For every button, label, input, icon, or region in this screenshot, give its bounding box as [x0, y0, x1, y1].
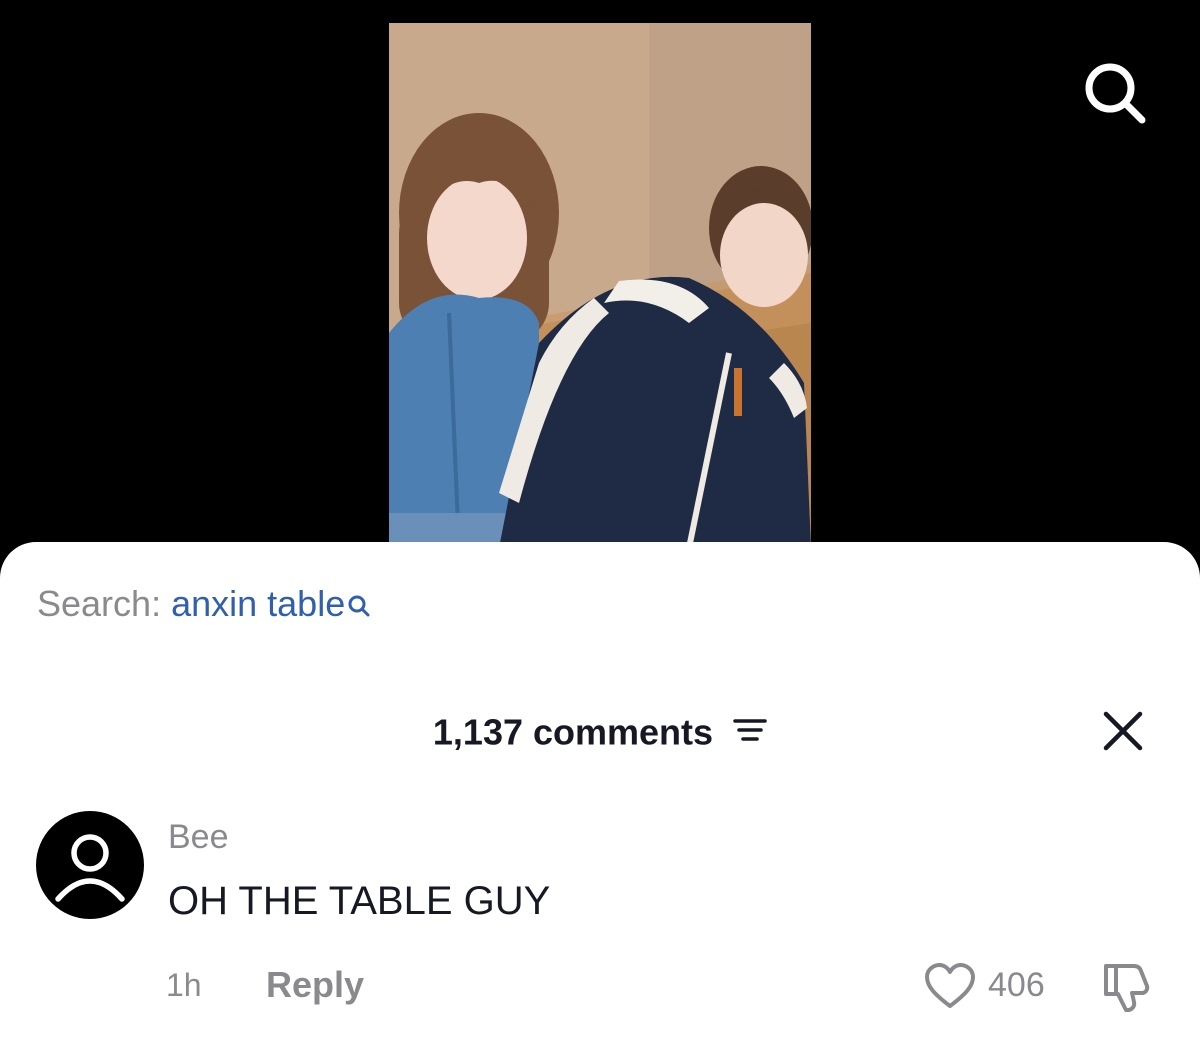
video-thumbnail-illustration	[389, 23, 811, 548]
search-suggestion[interactable]: Search: anxin table	[37, 582, 371, 628]
close-button[interactable]	[1100, 708, 1146, 754]
search-icon[interactable]	[347, 584, 371, 628]
like-button[interactable]	[924, 962, 976, 1010]
search-icon	[1085, 63, 1146, 124]
comment-username[interactable]: Bee	[168, 816, 229, 858]
heart-icon	[925, 963, 975, 1008]
search-suggestion-prefix: Search:	[37, 583, 162, 624]
comments-header: 1,137 comments	[0, 708, 1200, 754]
thumbs-down-icon	[1104, 964, 1150, 1012]
search-button[interactable]	[1082, 60, 1150, 128]
reply-button[interactable]: Reply	[266, 963, 364, 1007]
sort-icon[interactable]	[733, 710, 767, 754]
dislike-button[interactable]	[1100, 960, 1154, 1014]
video-frame[interactable]	[389, 23, 811, 548]
search-suggestion-term[interactable]: anxin table	[171, 583, 345, 624]
like-count: 406	[988, 966, 1045, 1004]
comments-sheet: Search: anxin table 1,137 comments Bee O…	[0, 542, 1200, 1043]
default-avatar-icon	[55, 834, 125, 902]
close-icon	[1103, 711, 1143, 751]
comment-text: OH THE TABLE GUY	[168, 879, 551, 923]
avatar[interactable]	[36, 811, 144, 919]
video-player[interactable]	[0, 0, 1200, 560]
comment-time: 1h	[166, 967, 202, 1003]
comments-count: 1,137 comments	[432, 711, 714, 753]
